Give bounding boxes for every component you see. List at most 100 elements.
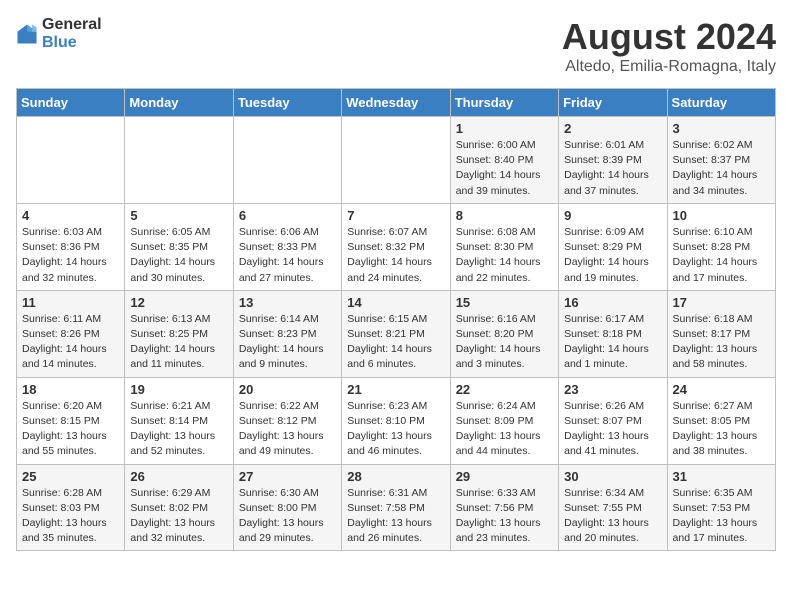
calendar-cell: 5 Sunrise: 6:05 AM Sunset: 8:35 PM Daylig…	[125, 203, 233, 290]
calendar-table: SundayMondayTuesdayWednesdayThursdayFrid…	[16, 88, 776, 551]
day-info: Sunrise: 6:33 AM Sunset: 7:56 PM Dayligh…	[456, 486, 553, 547]
day-info: Sunrise: 6:11 AM Sunset: 8:26 PM Dayligh…	[22, 312, 119, 373]
day-info: Sunrise: 6:28 AM Sunset: 8:03 PM Dayligh…	[22, 486, 119, 547]
calendar-cell: 8Sunrise: 6:08 AM Sunset: 8:30 PM Daylig…	[450, 203, 558, 290]
main-title: August 2024	[562, 16, 776, 58]
day-info: Sunrise: 6:31 AM Sunset: 7:58 PM Dayligh…	[347, 486, 444, 547]
day-number: 19	[130, 382, 227, 397]
day-number: 24	[673, 382, 770, 397]
day-number: 12	[130, 295, 227, 310]
calendar-cell: 4Sunrise: 6:03 AM Sunset: 8:36 PM Daylig…	[17, 203, 125, 290]
calendar-cell: 17Sunrise: 6:18 AM Sunset: 8:17 PM Dayli…	[667, 290, 775, 377]
weekday-header: Wednesday	[342, 89, 450, 117]
calendar-cell: 30 Sunrise: 6:34 AM Sunset: 7:55 PM Dayli…	[559, 464, 667, 551]
calendar-cell: 25 Sunrise: 6:28 AM Sunset: 8:03 PM Dayli…	[17, 464, 125, 551]
calendar-cell: 27 Sunrise: 6:30 AM Sunset: 8:00 PM Dayli…	[233, 464, 341, 551]
day-number: 30	[564, 469, 661, 484]
weekday-header: Friday	[559, 89, 667, 117]
calendar-cell: 16 Sunrise: 6:17 AM Sunset: 8:18 PM Dayli…	[559, 290, 667, 377]
calendar-cell	[233, 117, 341, 204]
day-number: 18	[22, 382, 119, 397]
day-info: Sunrise: 6:27 AM Sunset: 8:05 PM Dayligh…	[673, 399, 770, 460]
day-number: 15	[456, 295, 553, 310]
day-number: 25	[22, 469, 119, 484]
calendar-cell: 1 Sunrise: 6:00 AM Sunset: 8:40 PM Daylig…	[450, 117, 558, 204]
day-number: 9	[564, 208, 661, 223]
calendar-cell: 23Sunrise: 6:26 AM Sunset: 8:07 PM Dayli…	[559, 377, 667, 464]
calendar-cell: 22Sunrise: 6:24 AM Sunset: 8:09 PM Dayli…	[450, 377, 558, 464]
logo-text: General Blue	[42, 16, 102, 52]
day-info: Sunrise: 6:18 AM Sunset: 8:17 PM Dayligh…	[673, 312, 770, 373]
day-number: 27	[239, 469, 336, 484]
weekday-header: Monday	[125, 89, 233, 117]
day-info: Sunrise: 6:23 AM Sunset: 8:10 PM Dayligh…	[347, 399, 444, 460]
calendar-cell: 19Sunrise: 6:21 AM Sunset: 8:14 PM Dayli…	[125, 377, 233, 464]
calendar-cell: 13 Sunrise: 6:14 AM Sunset: 8:23 PM Dayli…	[233, 290, 341, 377]
calendar-cell: 20 Sunrise: 6:22 AM Sunset: 8:12 PM Dayli…	[233, 377, 341, 464]
title-block: August 2024 Altedo, Emilia-Romagna, Ital…	[562, 16, 776, 76]
day-info: Sunrise: 6:22 AM Sunset: 8:12 PM Dayligh…	[239, 399, 336, 460]
weekday-header: Saturday	[667, 89, 775, 117]
calendar-cell: 29 Sunrise: 6:33 AM Sunset: 7:56 PM Dayli…	[450, 464, 558, 551]
day-info: Sunrise: 6:05 AM Sunset: 8:35 PM Dayligh…	[130, 225, 227, 286]
day-info: Sunrise: 6:15 AM Sunset: 8:21 PM Dayligh…	[347, 312, 444, 373]
calendar-cell: 14 Sunrise: 6:15 AM Sunset: 8:21 PM Dayli…	[342, 290, 450, 377]
calendar-cell: 10Sunrise: 6:10 AM Sunset: 8:28 PM Dayli…	[667, 203, 775, 290]
day-info: Sunrise: 6:26 AM Sunset: 8:07 PM Dayligh…	[564, 399, 661, 460]
page-header: General Blue August 2024 Altedo, Emilia-…	[16, 16, 776, 76]
day-number: 28	[347, 469, 444, 484]
day-info: Sunrise: 6:34 AM Sunset: 7:55 PM Dayligh…	[564, 486, 661, 547]
calendar-cell: 26 Sunrise: 6:29 AM Sunset: 8:02 PM Dayli…	[125, 464, 233, 551]
calendar-cell: 3 Sunrise: 6:02 AM Sunset: 8:37 PM Daylig…	[667, 117, 775, 204]
calendar-cell	[342, 117, 450, 204]
calendar-cell	[17, 117, 125, 204]
day-info: Sunrise: 6:02 AM Sunset: 8:37 PM Dayligh…	[673, 138, 770, 199]
day-number: 6	[239, 208, 336, 223]
day-number: 11	[22, 295, 119, 310]
calendar-cell: 24 Sunrise: 6:27 AM Sunset: 8:05 PM Dayli…	[667, 377, 775, 464]
day-info: Sunrise: 6:29 AM Sunset: 8:02 PM Dayligh…	[130, 486, 227, 547]
day-info: Sunrise: 6:17 AM Sunset: 8:18 PM Dayligh…	[564, 312, 661, 373]
day-info: Sunrise: 6:00 AM Sunset: 8:40 PM Dayligh…	[456, 138, 553, 199]
day-number: 5	[130, 208, 227, 223]
calendar-cell: 12 Sunrise: 6:13 AM Sunset: 8:25 PM Dayli…	[125, 290, 233, 377]
calendar-cell: 28 Sunrise: 6:31 AM Sunset: 7:58 PM Dayli…	[342, 464, 450, 551]
day-info: Sunrise: 6:06 AM Sunset: 8:33 PM Dayligh…	[239, 225, 336, 286]
calendar-cell: 7 Sunrise: 6:07 AM Sunset: 8:32 PM Daylig…	[342, 203, 450, 290]
calendar-cell: 6 Sunrise: 6:06 AM Sunset: 8:33 PM Daylig…	[233, 203, 341, 290]
calendar-cell: 11 Sunrise: 6:11 AM Sunset: 8:26 PM Dayli…	[17, 290, 125, 377]
day-number: 3	[673, 121, 770, 136]
day-number: 20	[239, 382, 336, 397]
calendar-cell: 9 Sunrise: 6:09 AM Sunset: 8:29 PM Daylig…	[559, 203, 667, 290]
day-info: Sunrise: 6:24 AM Sunset: 8:09 PM Dayligh…	[456, 399, 553, 460]
weekday-header: Tuesday	[233, 89, 341, 117]
logo-blue: Blue	[42, 34, 77, 51]
day-info: Sunrise: 6:16 AM Sunset: 8:20 PM Dayligh…	[456, 312, 553, 373]
logo-icon	[16, 23, 38, 45]
day-info: Sunrise: 6:09 AM Sunset: 8:29 PM Dayligh…	[564, 225, 661, 286]
day-number: 7	[347, 208, 444, 223]
weekday-header: Thursday	[450, 89, 558, 117]
calendar-cell: 2 Sunrise: 6:01 AM Sunset: 8:39 PM Daylig…	[559, 117, 667, 204]
calendar-cell: 21 Sunrise: 6:23 AM Sunset: 8:10 PM Dayli…	[342, 377, 450, 464]
day-number: 2	[564, 121, 661, 136]
day-number: 21	[347, 382, 444, 397]
calendar-cell: 15 Sunrise: 6:16 AM Sunset: 8:20 PM Dayli…	[450, 290, 558, 377]
day-number: 16	[564, 295, 661, 310]
subtitle: Altedo, Emilia-Romagna, Italy	[562, 58, 776, 76]
day-number: 10	[673, 208, 770, 223]
day-info: Sunrise: 6:14 AM Sunset: 8:23 PM Dayligh…	[239, 312, 336, 373]
day-info: Sunrise: 6:20 AM Sunset: 8:15 PM Dayligh…	[22, 399, 119, 460]
day-info: Sunrise: 6:30 AM Sunset: 8:00 PM Dayligh…	[239, 486, 336, 547]
logo: General Blue	[16, 16, 102, 52]
day-number: 29	[456, 469, 553, 484]
day-number: 1	[456, 121, 553, 136]
day-info: Sunrise: 6:01 AM Sunset: 8:39 PM Dayligh…	[564, 138, 661, 199]
day-number: 14	[347, 295, 444, 310]
day-number: 26	[130, 469, 227, 484]
day-number: 13	[239, 295, 336, 310]
day-info: Sunrise: 6:13 AM Sunset: 8:25 PM Dayligh…	[130, 312, 227, 373]
day-info: Sunrise: 6:07 AM Sunset: 8:32 PM Dayligh…	[347, 225, 444, 286]
weekday-header: Sunday	[17, 89, 125, 117]
calendar-cell	[125, 117, 233, 204]
